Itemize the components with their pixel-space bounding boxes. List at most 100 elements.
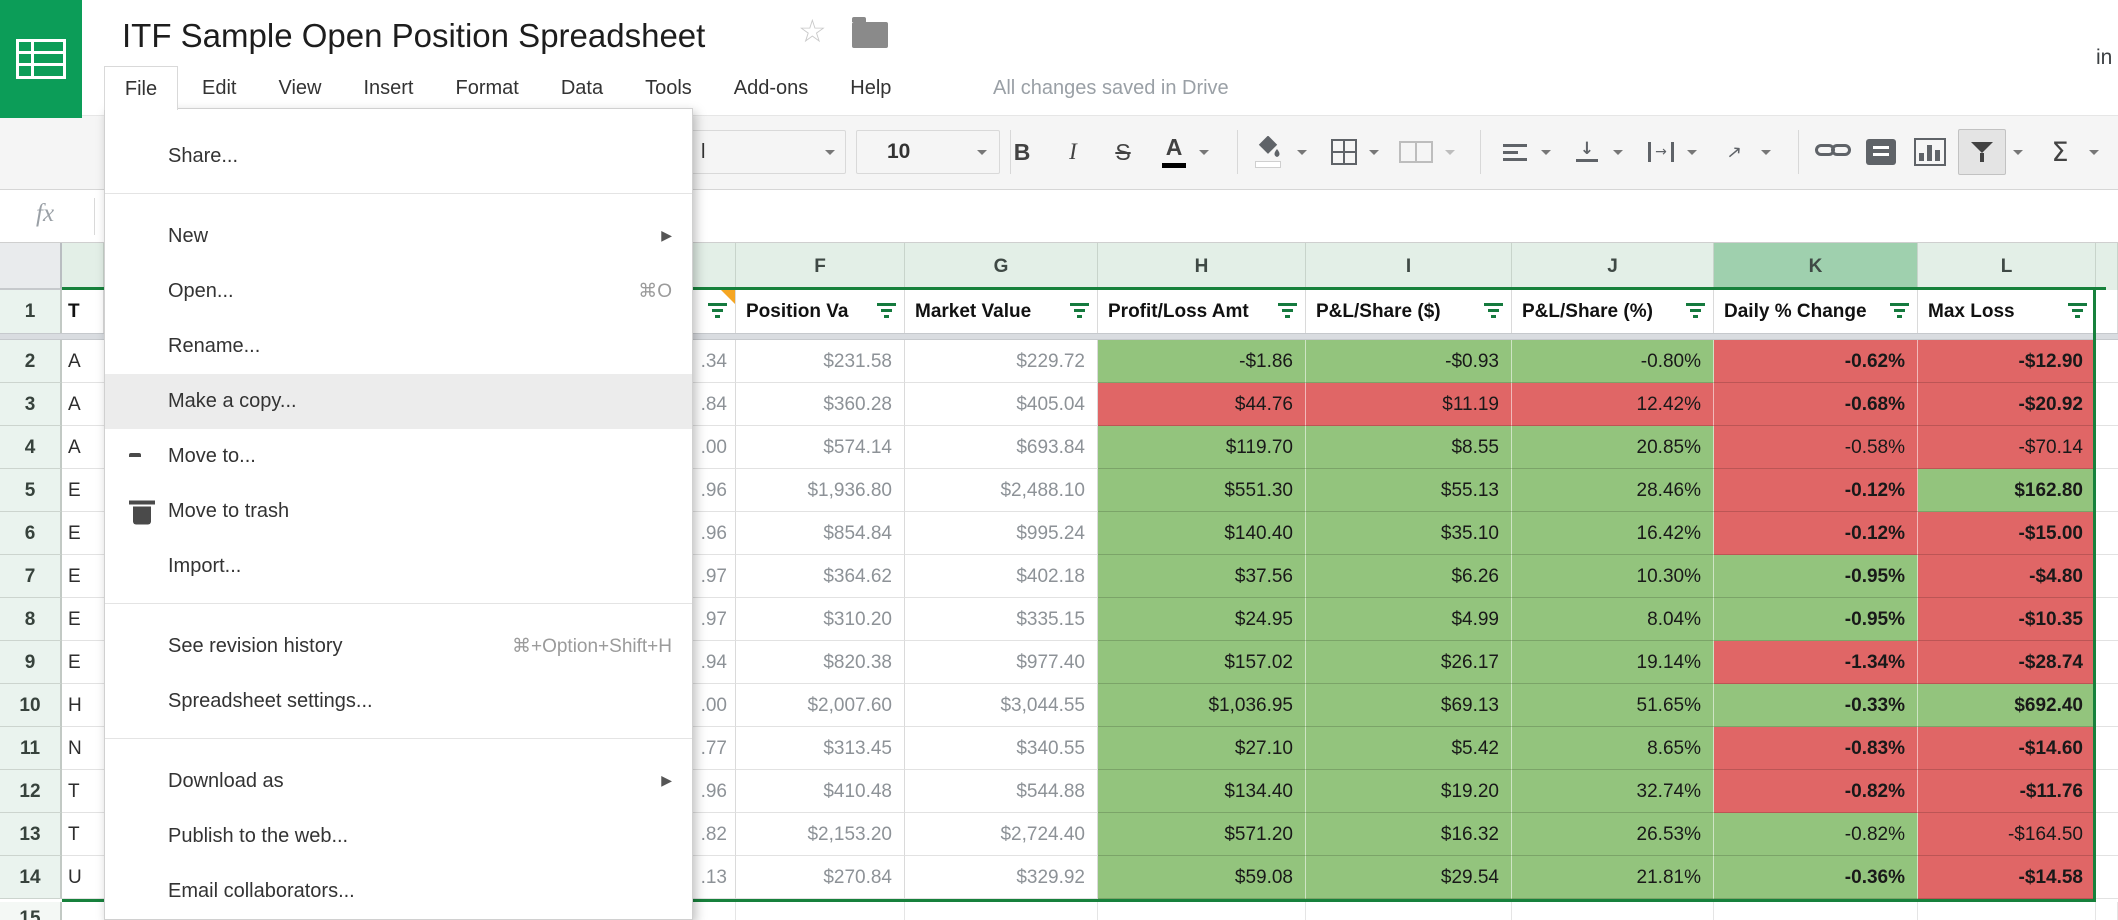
cell-L5[interactable]: $162.80 [1918,469,2096,512]
filter-icon[interactable] [1069,303,1091,320]
cell-H3[interactable]: $44.76 [1098,383,1306,426]
cell-K10[interactable]: -0.33% [1714,684,1918,727]
cell-F15[interactable] [736,902,905,920]
strikethrough-button[interactable]: S [1103,130,1143,174]
cell-H6[interactable]: $140.40 [1098,512,1306,555]
cell-L13[interactable]: -$164.50 [1918,813,2096,856]
cell-G1[interactable]: Market Value [905,290,1098,333]
italic-button[interactable]: I [1053,130,1093,174]
cell-A9[interactable]: E [62,641,104,684]
cell-K2[interactable]: -0.62% [1714,340,1918,383]
select-all-corner[interactable] [0,243,62,290]
document-title[interactable]: ITF Sample Open Position Spreadsheet [122,17,705,55]
file-menu-item-open[interactable]: Open...⌘O [105,264,692,319]
cell-I8[interactable]: $4.99 [1306,598,1512,641]
cell-L6[interactable]: -$15.00 [1918,512,2096,555]
cell-M14[interactable] [2096,856,2118,899]
cell-J1[interactable]: P&L/Share (%) [1512,290,1714,333]
file-menu-item-spreadsheet-settings[interactable]: Spreadsheet settings... [105,674,692,729]
cell-J14[interactable]: 21.81% [1512,856,1714,899]
text-color-button[interactable]: A [1154,130,1194,174]
bold-button[interactable]: B [1002,130,1042,174]
cell-I12[interactable]: $19.20 [1306,770,1512,813]
cell-L3[interactable]: -$20.92 [1918,383,2096,426]
cell-I9[interactable]: $26.17 [1306,641,1512,684]
cell-M11[interactable] [2096,727,2118,770]
cell-J11[interactable]: 8.65% [1512,727,1714,770]
cell-I1[interactable]: P&L/Share ($) [1306,290,1512,333]
cell-K5[interactable]: -0.12% [1714,469,1918,512]
cell-L10[interactable]: $692.40 [1918,684,2096,727]
filter-dropdown[interactable] [2010,130,2026,174]
cell-F4[interactable]: $574.14 [736,426,905,469]
column-header-I[interactable]: I [1306,243,1512,290]
cell-L1[interactable]: Max Loss [1918,290,2096,333]
cell-G4[interactable]: $693.84 [905,426,1098,469]
cell-F9[interactable]: $820.38 [736,641,905,684]
menu-item-data[interactable]: Data [561,77,603,100]
cell-K13[interactable]: -0.82% [1714,813,1918,856]
cell-M4[interactable] [2096,426,2118,469]
cell-G3[interactable]: $405.04 [905,383,1098,426]
text-wrap-button[interactable]: → [1640,130,1682,174]
cell-K14[interactable]: -0.36% [1714,856,1918,899]
vertical-align-dropdown[interactable] [1610,130,1626,174]
star-icon[interactable]: ☆ [798,12,827,50]
column-header-H[interactable]: H [1098,243,1306,290]
cell-F2[interactable]: $231.58 [736,340,905,383]
cell-L4[interactable]: -$70.14 [1918,426,2096,469]
menu-item-help[interactable]: Help [850,77,891,100]
cell-A4[interactable]: A [62,426,104,469]
cell-A6[interactable]: E [62,512,104,555]
cell-A14[interactable]: U [62,856,104,899]
column-header-F[interactable]: F [736,243,905,290]
cell-I7[interactable]: $6.26 [1306,555,1512,598]
cell-K11[interactable]: -0.83% [1714,727,1918,770]
row-header-8[interactable]: 8 [0,598,62,641]
cell-F3[interactable]: $360.28 [736,383,905,426]
cell-A1[interactable]: T [62,290,104,333]
font-family-select[interactable]: l [690,130,846,174]
move-to-folder-icon[interactable] [852,22,888,48]
cell-I10[interactable]: $69.13 [1306,684,1512,727]
cell-I15[interactable] [1306,902,1512,920]
cell-J9[interactable]: 19.14% [1512,641,1714,684]
cell-G10[interactable]: $3,044.55 [905,684,1098,727]
file-menu-item-make-a-copy[interactable]: Make a copy... [105,374,692,429]
cell-J4[interactable]: 20.85% [1512,426,1714,469]
cell-G5[interactable]: $2,488.10 [905,469,1098,512]
cell-M2[interactable] [2096,340,2118,383]
cell-M15[interactable] [2096,902,2118,920]
borders-button[interactable] [1324,130,1364,174]
file-menu-item-rename[interactable]: Rename... [105,319,692,374]
cell-J3[interactable]: 12.42% [1512,383,1714,426]
row-header-11[interactable]: 11 [0,727,62,770]
cell-I14[interactable]: $29.54 [1306,856,1512,899]
menu-item-file[interactable]: File [104,66,178,110]
cell-A5[interactable]: E [62,469,104,512]
text-color-dropdown[interactable] [1196,130,1212,174]
cell-J2[interactable]: -0.80% [1512,340,1714,383]
row-header-5[interactable]: 5 [0,469,62,512]
cell-F11[interactable]: $313.45 [736,727,905,770]
cell-H13[interactable]: $571.20 [1098,813,1306,856]
cell-K1[interactable]: Daily % Change [1714,290,1918,333]
row-header-15[interactable]: 15 [0,902,62,920]
cell-G2[interactable]: $229.72 [905,340,1098,383]
insert-comment-button[interactable] [1860,130,1902,174]
file-menu-item-see-revision-history[interactable]: See revision history⌘+Option+Shift+H [105,619,692,674]
cell-G6[interactable]: $995.24 [905,512,1098,555]
merge-cells-dropdown[interactable] [1442,130,1458,174]
filter-icon[interactable] [1277,303,1299,320]
cell-I11[interactable]: $5.42 [1306,727,1512,770]
cell-F7[interactable]: $364.62 [736,555,905,598]
menu-item-view[interactable]: View [278,77,321,100]
row-header-4[interactable]: 4 [0,426,62,469]
cell-M3[interactable] [2096,383,2118,426]
cell-K3[interactable]: -0.68% [1714,383,1918,426]
cell-K8[interactable]: -0.95% [1714,598,1918,641]
text-rotation-button[interactable]: → [1714,130,1756,174]
cell-M9[interactable] [2096,641,2118,684]
fill-color-dropdown[interactable] [1294,130,1310,174]
cell-L12[interactable]: -$11.76 [1918,770,2096,813]
